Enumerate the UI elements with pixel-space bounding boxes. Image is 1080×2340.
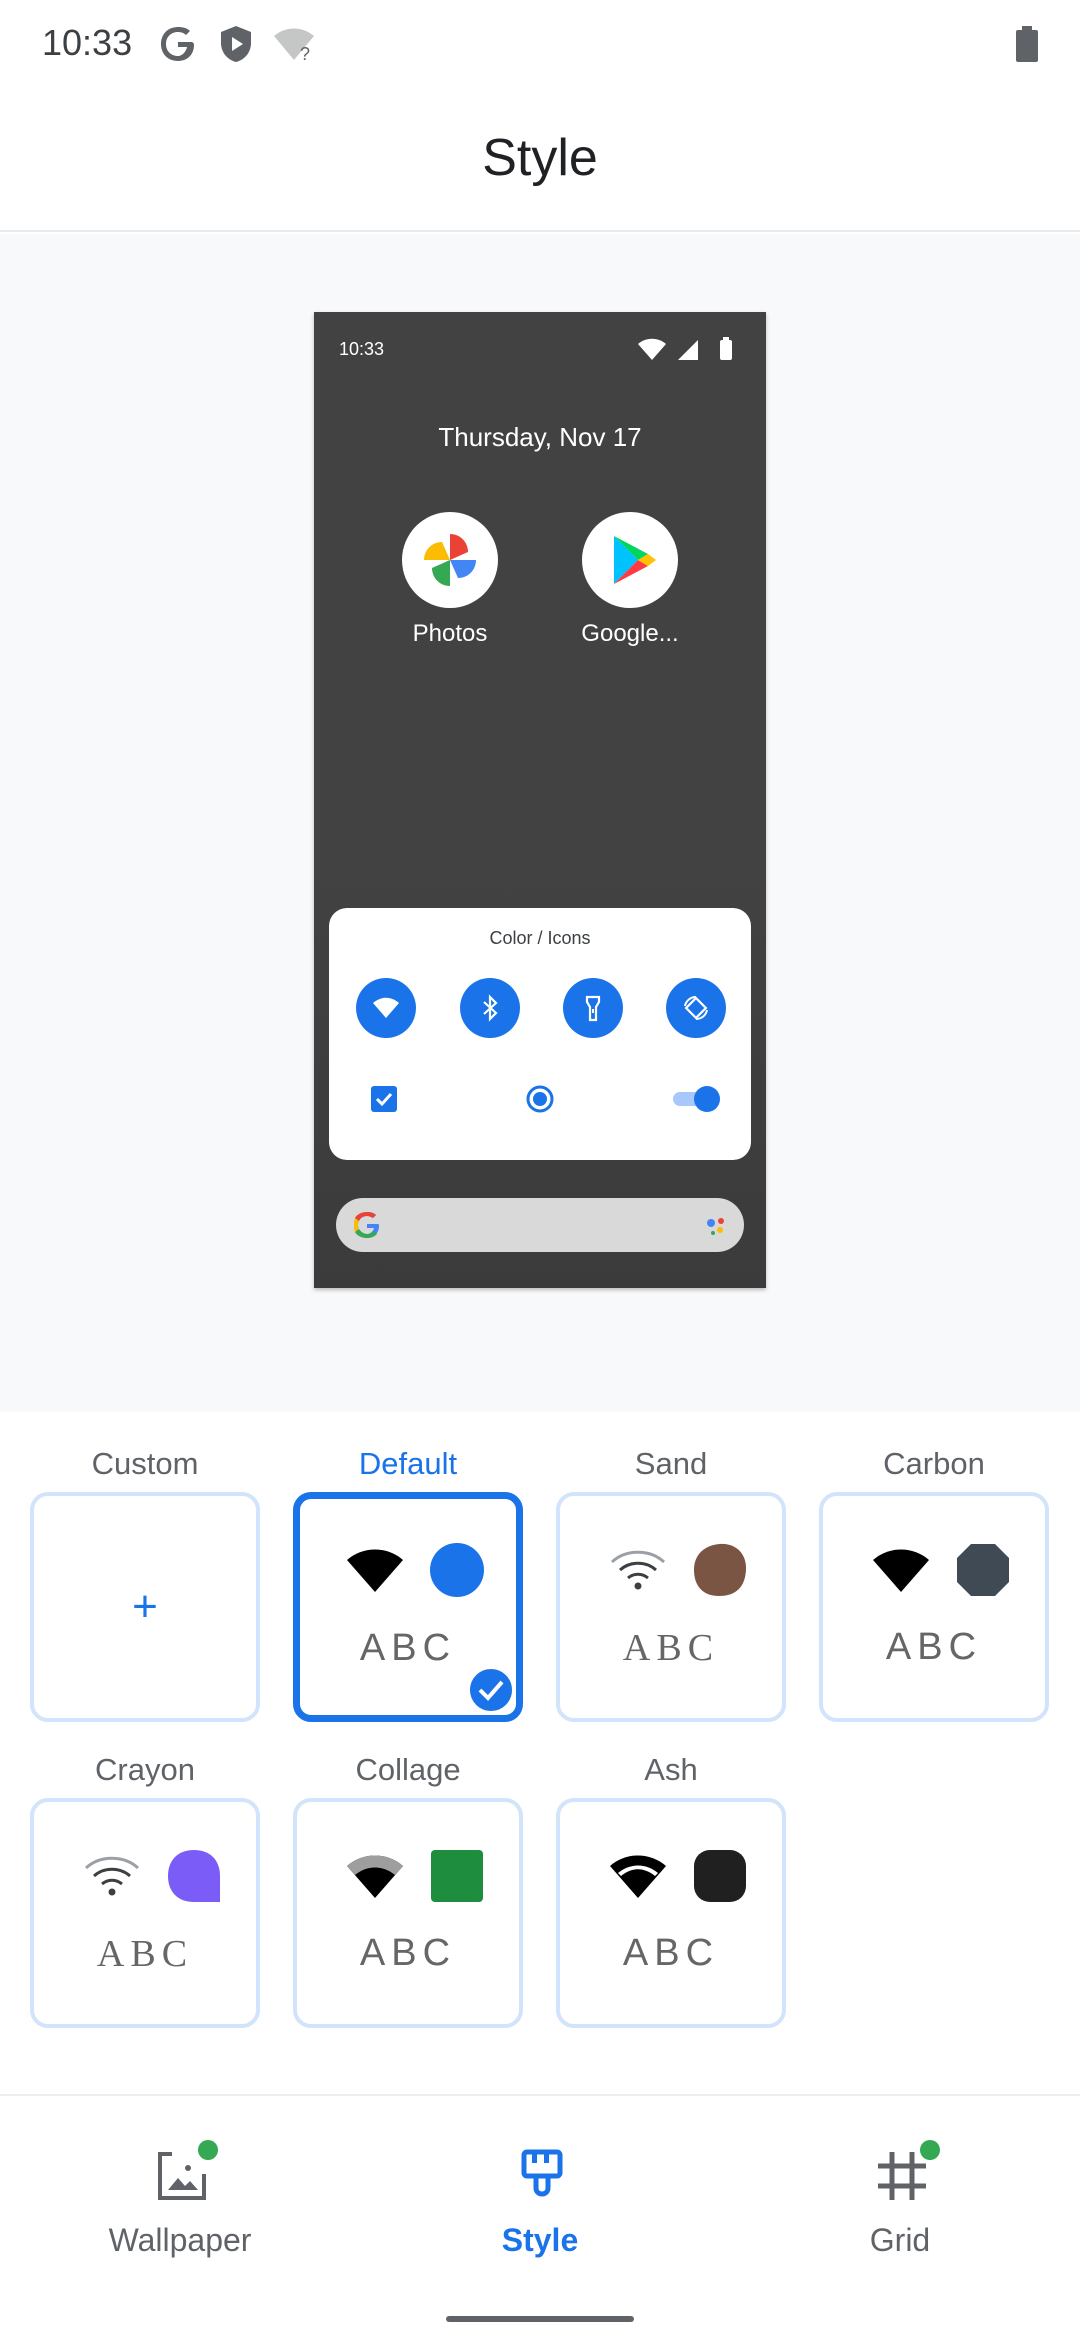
svg-text:?: ? bbox=[300, 44, 310, 64]
checkbox-checked bbox=[371, 1086, 397, 1112]
nav-grid[interactable]: Grid bbox=[780, 2140, 1020, 2268]
wifi-icon bbox=[356, 978, 416, 1038]
quick-settings-title: Color / Icons bbox=[489, 928, 591, 948]
page-title: Style bbox=[482, 129, 598, 187]
style-option-collage[interactable]: Collage ABC bbox=[293, 1748, 523, 2028]
wifi-icon bbox=[347, 1855, 403, 1898]
style-sample-text: ABC bbox=[622, 1627, 720, 1669]
style-card-default[interactable]: ABC bbox=[293, 1492, 523, 1722]
circle-shape-icon bbox=[430, 1543, 484, 1597]
preview-search-bar bbox=[336, 1198, 744, 1252]
bottom-navigation: Wallpaper Style Grid bbox=[0, 2094, 1080, 2340]
style-preview-area: 10:33 Thursday, Nov 17 Photos Google... … bbox=[0, 234, 1080, 1412]
blob-shape-icon bbox=[694, 1543, 747, 1596]
wifi-icon bbox=[873, 1549, 929, 1592]
square-shape-icon bbox=[431, 1850, 483, 1902]
style-option-custom[interactable]: Custom + bbox=[30, 1442, 260, 1722]
style-card-custom[interactable]: + bbox=[30, 1492, 260, 1722]
style-sample-text: ABC bbox=[96, 1933, 194, 1975]
style-label-ash: Ash bbox=[644, 1752, 698, 1787]
wifi-unknown-icon: ? bbox=[272, 24, 316, 64]
status-time: 10:33 bbox=[42, 22, 133, 63]
style-option-carbon[interactable]: Carbon ABC bbox=[819, 1442, 1049, 1722]
app-label-photos: Photos bbox=[412, 620, 488, 647]
style-card-sand[interactable]: ABC bbox=[556, 1492, 786, 1722]
nav-label-style: Style bbox=[501, 2222, 579, 2258]
app-label-play: Google... bbox=[581, 620, 679, 647]
photos-pinwheel-icon bbox=[402, 512, 498, 608]
google-logo-icon bbox=[354, 1212, 379, 1238]
nav-label-wallpaper: Wallpaper bbox=[108, 2222, 252, 2258]
nav-label-grid: Grid bbox=[869, 2222, 931, 2258]
preview-date: Thursday, Nov 17 bbox=[438, 422, 642, 452]
nav-style[interactable]: Style bbox=[420, 2148, 660, 2268]
preview-status-icons bbox=[638, 337, 732, 360]
style-option-default[interactable]: Default ABC bbox=[293, 1442, 523, 1722]
style-sample-text: ABC bbox=[622, 1932, 720, 1974]
style-card-carbon[interactable]: ABC bbox=[819, 1492, 1049, 1722]
play-store-icon bbox=[582, 512, 678, 608]
nav-wallpaper[interactable]: Wallpaper bbox=[60, 2140, 300, 2268]
squircle-shape-icon bbox=[694, 1850, 746, 1902]
wifi-outline-icon bbox=[610, 1550, 666, 1590]
wifi-icon bbox=[347, 1549, 403, 1592]
style-sample-text: ABC bbox=[885, 1626, 983, 1668]
style-label-sand: Sand bbox=[634, 1446, 708, 1481]
nav-badge-dot bbox=[198, 2140, 218, 2160]
style-label-carbon: Carbon bbox=[883, 1446, 985, 1481]
style-label-crayon: Crayon bbox=[95, 1752, 195, 1787]
wifi-outline-icon bbox=[84, 1856, 140, 1896]
rotate-icon bbox=[666, 978, 726, 1038]
teardrop-shape-icon bbox=[168, 1850, 220, 1902]
battery-icon bbox=[1012, 24, 1042, 64]
shield-icon bbox=[218, 24, 254, 64]
quick-settings-card: Color / Icons bbox=[329, 908, 751, 1160]
app-bar: Style bbox=[0, 90, 1080, 232]
paintbrush-icon bbox=[521, 2149, 563, 2197]
home-indicator[interactable] bbox=[446, 2316, 634, 2322]
style-sample-text: ABC bbox=[359, 1627, 457, 1669]
nav-badge-dot bbox=[920, 2140, 940, 2160]
style-sample-text: ABC bbox=[359, 1932, 457, 1974]
style-option-ash[interactable]: Ash ABC bbox=[556, 1748, 786, 2028]
radio-selected bbox=[526, 1085, 554, 1113]
style-card-crayon[interactable]: ABC bbox=[30, 1798, 260, 2028]
check-circle-icon bbox=[468, 1667, 514, 1713]
plus-icon: + bbox=[132, 1582, 158, 1631]
assistant-icon bbox=[707, 1218, 724, 1235]
style-card-ash[interactable]: ABC bbox=[556, 1798, 786, 2028]
octagon-shape-icon bbox=[957, 1544, 1009, 1596]
status-bar: 10:33 ? bbox=[0, 0, 1080, 90]
style-options-grid: Custom + Default ABC Sand ABC Carbon ABC… bbox=[0, 1412, 1080, 2092]
preview-time: 10:33 bbox=[339, 339, 385, 359]
style-option-crayon[interactable]: Crayon ABC bbox=[30, 1748, 260, 2028]
style-label-custom: Custom bbox=[91, 1446, 199, 1481]
bluetooth-icon bbox=[460, 978, 520, 1038]
style-card-collage[interactable]: ABC bbox=[293, 1798, 523, 2028]
style-option-sand[interactable]: Sand ABC bbox=[556, 1442, 786, 1722]
style-label-default: Default bbox=[358, 1446, 458, 1481]
wifi-icon bbox=[610, 1855, 666, 1898]
phone-preview: 10:33 Thursday, Nov 17 Photos Google... … bbox=[314, 312, 766, 1288]
style-label-collage: Collage bbox=[355, 1752, 461, 1787]
flashlight-icon bbox=[563, 978, 623, 1038]
google-g-icon bbox=[158, 24, 198, 64]
switch-on bbox=[673, 1086, 720, 1112]
